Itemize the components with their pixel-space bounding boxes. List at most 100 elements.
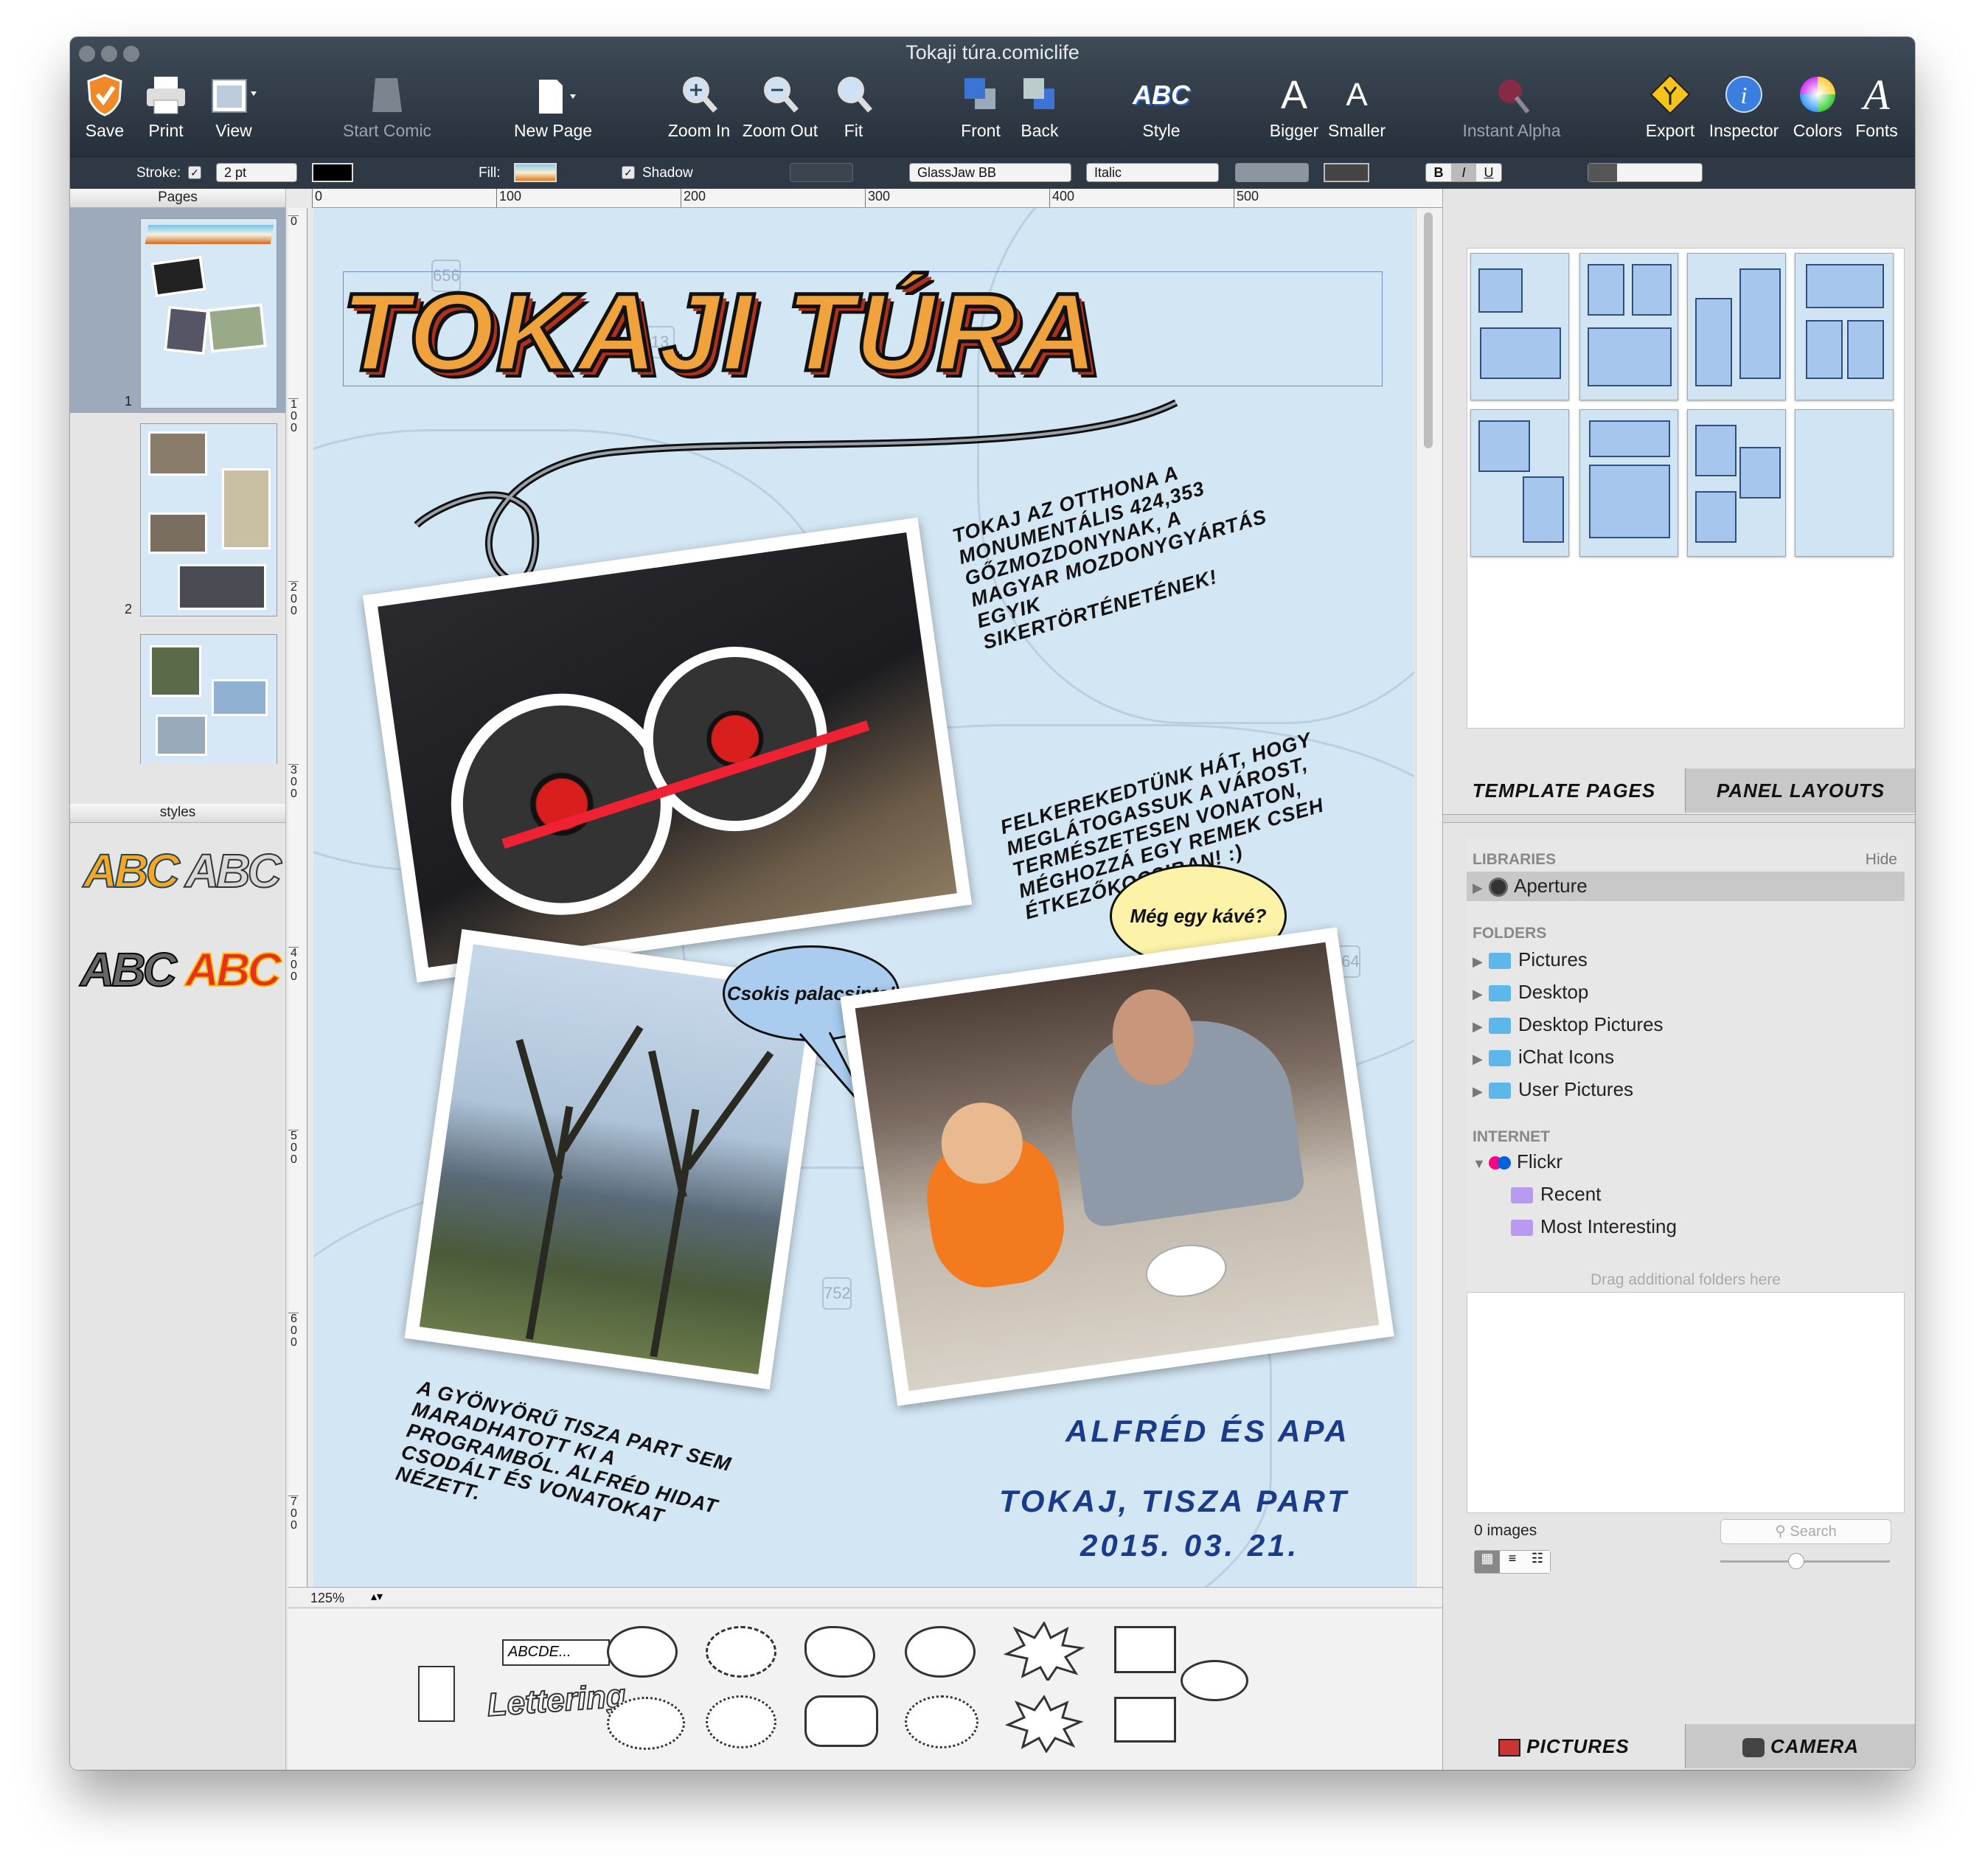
rect-balloon-small-shape[interactable] [1114, 1697, 1176, 1743]
add-balloon-shape[interactable] [1181, 1660, 1248, 1701]
template-thumbnail[interactable] [1795, 253, 1894, 400]
scroll-thumb[interactable] [1424, 212, 1433, 448]
speech-balloon-round-shape[interactable] [905, 1626, 976, 1678]
tab-camera[interactable]: CAMERA [1685, 1724, 1915, 1768]
colors-button[interactable]: Colors [1788, 72, 1847, 141]
folder-ichat-icons[interactable]: ▶ iChat Icons [1473, 1046, 1614, 1069]
flickr-most-interesting[interactable]: Most Interesting [1511, 1215, 1677, 1238]
font-size-select[interactable] [1235, 163, 1309, 182]
stroke-checkbox[interactable]: ✓ [188, 166, 201, 179]
panel-shape[interactable] [418, 1666, 455, 1722]
start-comic-button[interactable]: Start Comic [336, 72, 439, 141]
library-item-aperture[interactable]: ▶ Aperture [1473, 875, 1588, 897]
align-center-button[interactable] [1617, 164, 1646, 181]
fill-color-well[interactable] [514, 163, 557, 182]
credit-date[interactable]: 2015. 03. 21. [1080, 1528, 1299, 1563]
text-color-well[interactable] [1324, 163, 1369, 182]
fonts-button[interactable]: A Fonts [1847, 72, 1906, 141]
photo-locomotive[interactable] [362, 517, 973, 983]
style-button[interactable]: ABC Style [1132, 72, 1191, 141]
list-view-icon[interactable]: ≡ [1500, 1551, 1525, 1573]
pictures-tab-label: PICTURES [1526, 1735, 1630, 1757]
tab-pictures[interactable]: PICTURES [1443, 1724, 1685, 1768]
grid-view-icon[interactable]: ▦ [1475, 1551, 1500, 1573]
folder-user-pictures[interactable]: ▶ User Pictures [1473, 1078, 1633, 1101]
bigger-button[interactable]: A Bigger [1265, 72, 1324, 141]
shout-balloon-shape[interactable] [607, 1697, 685, 1750]
stroke-color-well[interactable] [312, 163, 353, 182]
comic-title[interactable]: TOKAJI TÚRA [340, 265, 1388, 398]
splitter[interactable] [1443, 814, 1915, 823]
underline-button[interactable]: U [1476, 164, 1501, 181]
credit-names[interactable]: ALFRÉD ÉS APA [1065, 1414, 1350, 1449]
rough-balloon-shape[interactable] [706, 1695, 776, 1748]
page-thumbnail-2[interactable] [140, 423, 277, 616]
align-right-button[interactable] [1645, 164, 1674, 181]
slider-knob[interactable] [1788, 1553, 1804, 1569]
comic-page[interactable]: 656 13 664 752 TOKAJI TÚRA Tokaj az otth… [313, 208, 1414, 1587]
folder-pictures[interactable]: ▶ Pictures [1473, 948, 1588, 971]
credit-place[interactable]: TOKAJ, TISZA PART [999, 1484, 1349, 1519]
tab-panel-layouts[interactable]: PANEL LAYOUTS [1685, 768, 1915, 813]
flickr-item[interactable]: ▼ Flickr [1473, 1150, 1562, 1173]
export-button[interactable]: Export [1641, 72, 1700, 141]
shadow-checkbox[interactable]: ✓ [622, 166, 635, 179]
template-thumbnail[interactable] [1687, 409, 1786, 557]
zoom-stepper-icon[interactable]: ▴▾ [371, 1589, 383, 1604]
thought-balloon-shape[interactable] [804, 1626, 875, 1678]
burst-balloon-small-shape[interactable] [1004, 1694, 1085, 1753]
align-left-button[interactable] [1588, 164, 1617, 181]
rounded-balloon-shape[interactable] [804, 1695, 878, 1747]
smaller-label: Smaller [1328, 121, 1386, 140]
style-sample-fire[interactable]: ABC [184, 942, 282, 997]
smaller-button[interactable]: A Smaller [1324, 72, 1390, 141]
front-button[interactable]: Front [955, 72, 1007, 141]
hide-button[interactable]: Hide [1866, 851, 1897, 869]
folder-desktop-pictures[interactable]: ▶ Desktop Pictures [1473, 1013, 1664, 1036]
burst-balloon-shape[interactable] [1004, 1622, 1085, 1681]
instant-alpha-button[interactable]: Instant Alpha [1456, 72, 1567, 141]
template-thumbnail[interactable] [1470, 253, 1569, 400]
flickr-recent[interactable]: Recent [1511, 1183, 1601, 1206]
font-style-select[interactable]: Italic [1086, 163, 1219, 182]
new-page-button[interactable]: New Page [505, 72, 601, 141]
template-thumbnail[interactable] [1795, 409, 1894, 557]
scallop-balloon-shape[interactable] [905, 1695, 978, 1748]
page-thumbnail-1[interactable] [140, 218, 277, 409]
bold-button[interactable]: B [1426, 164, 1451, 181]
style-sample-grey[interactable]: ABC [184, 844, 282, 898]
stroke-size-select[interactable]: 2 pt [216, 163, 297, 182]
align-justify-button[interactable] [1674, 164, 1703, 181]
style-sample-gradient[interactable]: ABC [83, 844, 181, 898]
detail-view-icon[interactable]: ☷ [1525, 1551, 1550, 1573]
whisper-balloon-shape[interactable] [706, 1626, 776, 1678]
speech-balloon-shape[interactable] [607, 1626, 678, 1678]
folder-desktop[interactable]: ▶ Desktop [1473, 981, 1588, 1004]
template-thumbnail[interactable] [1579, 253, 1678, 400]
save-button[interactable]: Save [79, 72, 131, 141]
zoom-in-button[interactable]: Zoom In [666, 72, 732, 141]
fill-label: Fill: [479, 165, 501, 181]
page-scrollbar[interactable] [1416, 208, 1442, 1587]
template-thumbnail[interactable] [1579, 409, 1678, 557]
tab-template-pages[interactable]: TEMPLATE PAGES [1443, 768, 1685, 813]
text-box-shape[interactable]: ABCDE... [502, 1639, 610, 1666]
template-thumbnail[interactable] [1470, 409, 1569, 557]
page-thumbnail-3[interactable] [140, 634, 277, 764]
italic-button[interactable]: I [1451, 164, 1476, 181]
shadow-style-select[interactable] [790, 163, 853, 182]
back-button[interactable]: Back [1014, 72, 1065, 141]
fit-button[interactable]: Fit [830, 72, 877, 141]
print-button[interactable]: Print [140, 72, 192, 141]
zoom-level[interactable]: 125% [310, 1591, 344, 1606]
view-button[interactable]: View [204, 72, 263, 141]
photo-dining-car[interactable] [840, 927, 1394, 1406]
inspector-button[interactable]: i Inspector [1703, 72, 1784, 141]
rect-balloon-shape[interactable] [1114, 1626, 1176, 1673]
zoom-out-button[interactable]: Zoom Out [740, 72, 821, 141]
style-sample-dark[interactable]: ABC [80, 942, 178, 997]
template-thumbnail[interactable] [1687, 253, 1786, 400]
image-search-input[interactable]: ⚲ Search [1720, 1519, 1891, 1544]
thumbnail-size-slider[interactable] [1720, 1560, 1890, 1563]
font-family-select[interactable]: GlassJaw BB [909, 163, 1071, 182]
